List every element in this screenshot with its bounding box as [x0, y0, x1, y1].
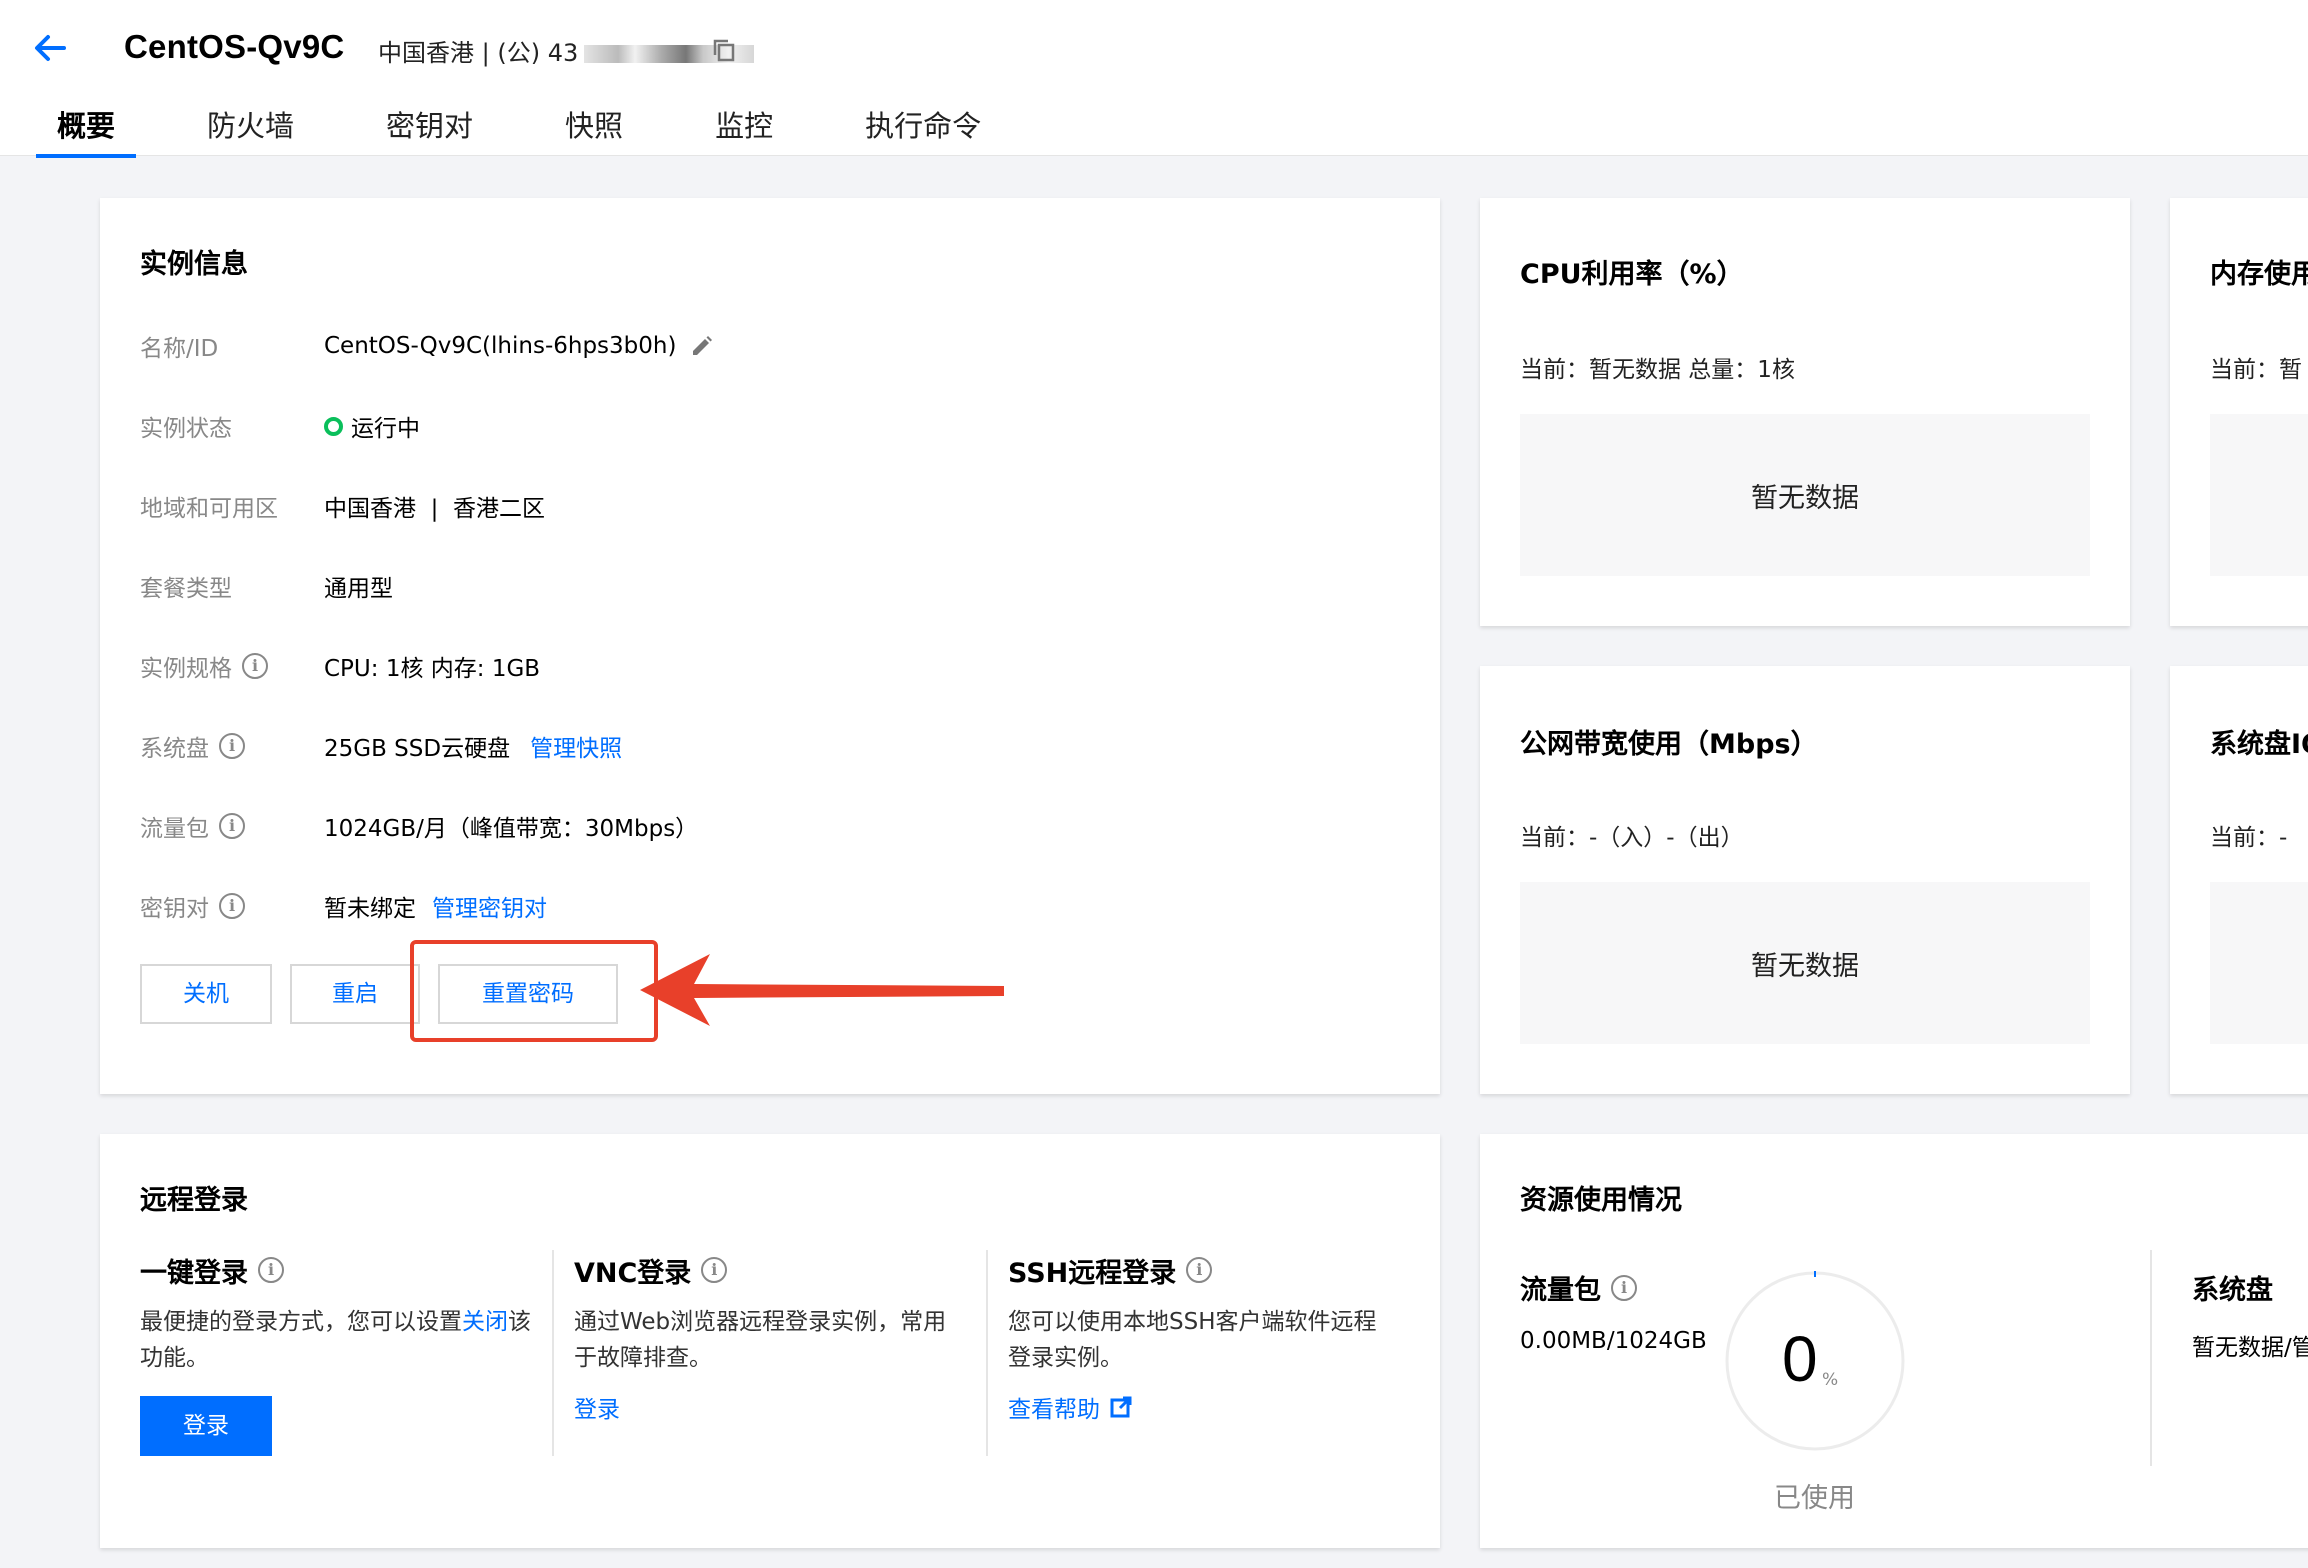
ssh-desc: 您可以使用本地SSH客户端软件远程登录实例。	[1008, 1309, 1377, 1371]
status-running-icon	[324, 416, 343, 436]
info-help-icon[interactable]: i	[701, 1257, 728, 1283]
disk-value: 25GB SSD云硬盘	[324, 736, 511, 762]
memory-monitor-card: 内存使用 当前：暂	[2170, 198, 2308, 626]
info-help-icon[interactable]: i	[242, 653, 268, 679]
traffic-usage-label-row: 流量包 i	[1520, 1268, 1637, 1307]
memory-monitor-title: 内存使用	[2210, 259, 2308, 290]
info-help-icon[interactable]: i	[1186, 1257, 1213, 1283]
sysdisk-nodata	[2210, 882, 2308, 1044]
traffic-usage-caption: 已使用	[1774, 1483, 1855, 1514]
status-value: 运行中	[351, 416, 420, 442]
instance-title: CentOS-Qv9C	[124, 28, 345, 65]
cpu-monitor-title: CPU利用率（%）	[1520, 259, 1744, 290]
spec-value: CPU: 1核 内存: 1GB	[324, 656, 541, 682]
ssh-title: SSH远程登录	[1008, 1257, 1177, 1289]
vnc-login-link[interactable]: 登录	[574, 1390, 960, 1424]
info-row-region: 地域和可用区 中国香港 | 香港二区	[140, 486, 545, 526]
cpu-current: 当前：暂无数据 总量：1核	[1520, 357, 1795, 383]
one-click-desc: 最便捷的登录方式，您可以设置	[140, 1309, 462, 1335]
status-label: 实例状态	[140, 416, 232, 442]
tab-bar: 概要 防火墙 密钥对 快照 监控 执行命令	[36, 106, 1052, 158]
copy-icon[interactable]	[712, 38, 736, 62]
plan-value: 通用型	[324, 576, 393, 602]
tab-keypair[interactable]: 密钥对	[365, 106, 494, 156]
one-click-login-section: 一键登录 i 最便捷的登录方式，您可以设置关闭该功能。	[140, 1250, 540, 1376]
traffic-usage-percent: 0	[1782, 1323, 1818, 1395]
info-row-disk: 系统盘 i 25GB SSD云硬盘 管理快照	[140, 726, 622, 766]
instance-region-ip: 中国香港 | (公) 43	[378, 33, 755, 68]
memory-nodata	[2210, 414, 2308, 576]
tab-monitor[interactable]: 监控	[694, 106, 794, 156]
ip-partial: 43	[547, 39, 579, 67]
sysdisk-usage-label: 系统盘	[2192, 1275, 2273, 1306]
tab-snapshot[interactable]: 快照	[544, 106, 644, 156]
back-arrow-icon[interactable]	[30, 28, 70, 68]
region-label: 地域和可用区	[140, 496, 278, 522]
spec-label: 实例规格	[140, 656, 232, 682]
tab-firewall[interactable]: 防火墙	[186, 106, 315, 156]
vnc-title: VNC登录	[574, 1257, 692, 1289]
remote-login-title: 远程登录	[140, 1185, 248, 1216]
plan-label: 套餐类型	[140, 576, 232, 602]
info-row-plan: 套餐类型 通用型	[140, 566, 393, 606]
info-help-icon[interactable]: i	[219, 733, 245, 759]
sysdisk-usage-value: 暂无数据/管	[2192, 1335, 2308, 1361]
vnc-desc: 通过Web浏览器远程登录实例，常用于故障排查。	[574, 1309, 947, 1371]
info-row-spec: 实例规格 i CPU: 1核 内存: 1GB	[140, 646, 540, 686]
manage-snapshot-link[interactable]: 管理快照	[530, 729, 622, 763]
sysdisk-monitor-title: 系统盘IO	[2210, 729, 2308, 760]
traffic-value: 1024GB/月（峰值带宽：30Mbps）	[324, 816, 699, 842]
column-divider	[2150, 1250, 2152, 1466]
keypair-value: 暂未绑定	[324, 896, 416, 922]
ssh-help-link[interactable]: 查看帮助	[1008, 1390, 1100, 1424]
bandwidth-nodata: 暂无数据	[1520, 882, 2090, 1044]
instance-info-title: 实例信息	[140, 249, 248, 280]
column-divider	[552, 1250, 554, 1456]
column-divider	[986, 1250, 988, 1456]
resource-usage-title: 资源使用情况	[1520, 1185, 1682, 1216]
info-help-icon[interactable]: i	[258, 1257, 284, 1283]
edit-pencil-icon[interactable]	[690, 334, 714, 358]
name-value: CentOS-Qv9C(lhins-6hps3b0h)	[324, 333, 677, 359]
bandwidth-monitor-card: 公网带宽使用（Mbps） 当前：-（入）-（出） 暂无数据	[1480, 666, 2130, 1094]
traffic-usage-value: 0.00MB/1024GB	[1520, 1328, 1707, 1354]
info-row-status: 实例状态 运行中	[140, 406, 420, 446]
external-link-icon[interactable]	[1110, 1396, 1132, 1418]
info-help-icon[interactable]: i	[219, 813, 245, 839]
sysdisk-monitor-card: 系统盘IO 当前：-	[2170, 666, 2308, 1094]
info-help-icon[interactable]: i	[1611, 1274, 1637, 1301]
traffic-usage-label: 流量包	[1520, 1275, 1601, 1306]
info-row-keypair: 密钥对 i 暂未绑定 管理密钥对	[140, 886, 547, 926]
info-row-traffic: 流量包 i 1024GB/月（峰值带宽：30Mbps）	[140, 806, 698, 846]
restart-button[interactable]: 重启	[290, 964, 420, 1024]
info-help-icon[interactable]: i	[219, 893, 245, 919]
sysdisk-current: 当前：-	[2210, 825, 2288, 851]
name-label: 名称/ID	[140, 336, 219, 362]
shutdown-button[interactable]: 关机	[140, 964, 272, 1024]
disable-link[interactable]: 关闭	[462, 1309, 508, 1335]
info-row-name: 名称/ID CentOS-Qv9C(lhins-6hps3b0h)	[140, 326, 714, 366]
region-value: 中国香港 | 香港二区	[324, 496, 545, 522]
tab-overview[interactable]: 概要	[36, 106, 137, 158]
memory-current: 当前：暂	[2210, 357, 2302, 383]
cpu-monitor-card: CPU利用率（%） 当前：暂无数据 总量：1核 暂无数据	[1480, 198, 2130, 626]
ssh-login-section: SSH远程登录 i 您可以使用本地SSH客户端软件远程登录实例。 查看帮助	[1008, 1250, 1394, 1424]
cpu-nodata: 暂无数据	[1520, 414, 2090, 576]
traffic-label: 流量包	[140, 816, 209, 842]
bandwidth-monitor-title: 公网带宽使用（Mbps）	[1520, 729, 1818, 760]
bandwidth-current: 当前：-（入）-（出）	[1520, 825, 1744, 851]
one-click-login-button[interactable]: 登录	[140, 1396, 272, 1456]
region-prefix: 中国香港 | (公)	[378, 39, 541, 67]
one-click-title: 一键登录	[140, 1257, 248, 1289]
page-header: CentOS-Qv9C 中国香港 | (公) 43 概要 防火墙 密钥对 快照 …	[0, 0, 2308, 158]
tab-run-command[interactable]: 执行命令	[844, 106, 1002, 156]
disk-label: 系统盘	[140, 736, 209, 762]
traffic-usage-percent-unit: %	[1822, 1370, 1839, 1390]
keypair-label: 密钥对	[140, 896, 209, 922]
annotation-arrow-icon	[640, 954, 1004, 1026]
manage-keypair-link[interactable]: 管理密钥对	[432, 889, 547, 923]
annotation-highlight-box	[410, 940, 658, 1042]
vnc-login-section: VNC登录 i 通过Web浏览器远程登录实例，常用于故障排查。 登录	[574, 1250, 960, 1424]
